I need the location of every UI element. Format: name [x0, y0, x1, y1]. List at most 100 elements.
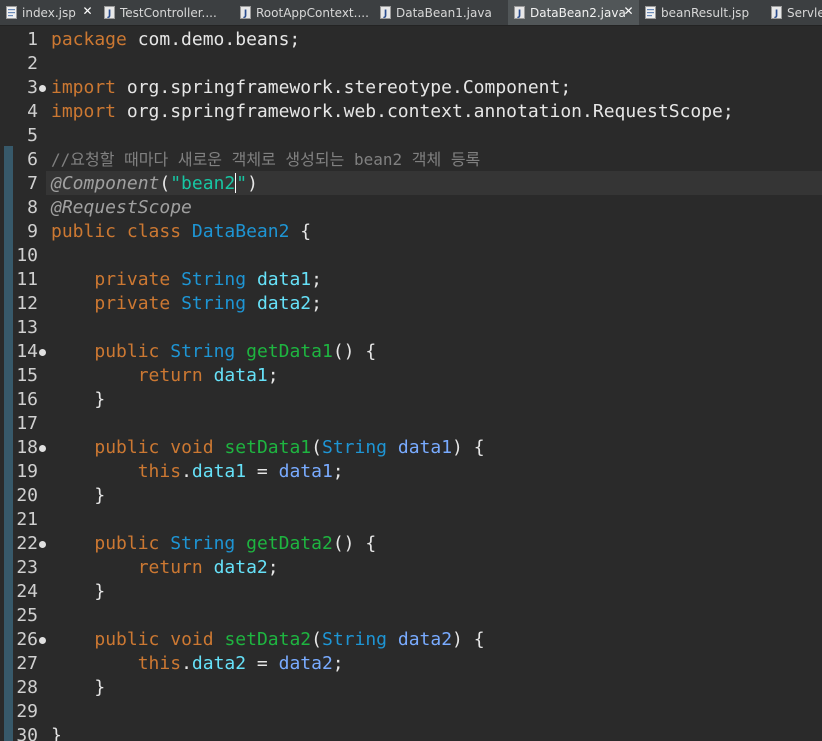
code-line[interactable]: 21 [0, 508, 822, 532]
tab-beanresult-jsp[interactable]: beanResult.jsp [639, 0, 765, 25]
code-token: this [137, 653, 182, 674]
code-line[interactable]: 27 this.data2 = data2; [0, 652, 822, 676]
code-line[interactable]: 6 //요청할 때마다 새로운 객체로 생성되는 bean2 객체 등록 [0, 148, 822, 172]
code-token: public [94, 437, 160, 458]
line-number: 3 [27, 77, 38, 98]
svg-text:J: J [517, 9, 521, 19]
code-line[interactable]: 14 public String getData1() { [0, 340, 822, 364]
code-token: DataBean2 [191, 221, 290, 242]
code-token: //요청할 때마다 새로운 객체로 생성되는 bean2 객체 등록 [51, 150, 481, 169]
code-line[interactable]: 11 private String data1; [0, 268, 822, 292]
tab-testcontroller[interactable]: J TestController.... [98, 0, 234, 25]
code-token: String [170, 533, 236, 554]
code-token: import [51, 77, 117, 98]
code-line[interactable]: 23 return data2; [0, 556, 822, 580]
tab-databean2-java[interactable]: J DataBean2.java ✕ [508, 0, 639, 25]
tab-label: DataBean2.java [530, 5, 626, 20]
code-text: private String data1; [51, 268, 322, 292]
svg-text:J: J [383, 9, 387, 19]
line-number: 9 [27, 221, 38, 242]
fold-toggle-icon[interactable] [39, 445, 46, 452]
code-text: this.data1 = data1; [51, 460, 344, 484]
line-number: 22 [16, 533, 38, 554]
code-token: import [51, 101, 117, 122]
line-number: 4 [27, 101, 38, 122]
code-token: org.springframework.web.context.annotati… [116, 101, 734, 122]
code-text: import org.springframework.stereotype.Co… [51, 76, 571, 100]
code-line[interactable]: 20 } [0, 484, 822, 508]
svg-text:J: J [107, 9, 111, 19]
code-line[interactable]: 4 import org.springframework.web.context.… [0, 100, 822, 124]
tab-index-jsp[interactable]: index.jsp ✕ [0, 0, 98, 25]
code-token: data1 [256, 269, 312, 290]
code-token: "bean2 [170, 173, 236, 194]
java-file-icon: J [771, 6, 782, 19]
code-line[interactable]: 19 this.data1 = data1; [0, 460, 822, 484]
code-line[interactable]: 26 public void setData2(String data2) { [0, 628, 822, 652]
code-line[interactable]: 22 public String getData2() { [0, 532, 822, 556]
code-token: data2 [191, 653, 247, 674]
code-token: String [170, 341, 236, 362]
line-number: 12 [16, 293, 38, 314]
code-token: data2 [278, 653, 333, 674]
code-line[interactable]: 12 private String data2; [0, 292, 822, 316]
code-text: public String getData1() { [51, 340, 376, 364]
code-line[interactable]: 18 public void setData1(String data1) { [0, 436, 822, 460]
code-token: data2 [213, 557, 268, 578]
code-line[interactable]: 7 @Component("bean2") [0, 172, 822, 196]
code-line[interactable]: 1 package com.demo.beans; [0, 28, 822, 52]
code-line[interactable]: 3 import org.springframework.stereotype.C… [0, 76, 822, 100]
code-line[interactable]: 29 [0, 700, 822, 724]
code-token: } [51, 485, 106, 506]
code-line[interactable]: 15 return data1; [0, 364, 822, 388]
code-token: { [289, 221, 312, 242]
line-number: 11 [16, 269, 38, 290]
tab-rootappcontext[interactable]: J RootAppContext.... [234, 0, 374, 25]
code-line[interactable]: 13 [0, 316, 822, 340]
tab-databean1-java[interactable]: J DataBean1.java [374, 0, 508, 25]
code-line[interactable]: 25 [0, 604, 822, 628]
fold-toggle-icon[interactable] [39, 637, 46, 644]
code-line[interactable]: 2 [0, 52, 822, 76]
line-number: 20 [16, 485, 38, 506]
code-line[interactable]: 30} [0, 724, 822, 741]
code-token: } [51, 677, 106, 698]
code-line[interactable]: 8 @RequestScope [0, 196, 822, 220]
close-icon[interactable]: ✕ [81, 5, 94, 18]
code-line[interactable]: 17 [0, 412, 822, 436]
code-editor[interactable]: 1 package com.demo.beans; 2 3 import org.spr… [0, 26, 822, 741]
code-line[interactable]: 24 } [0, 580, 822, 604]
code-token: private [94, 269, 171, 290]
line-number: 18 [16, 437, 38, 458]
code-token: package [51, 29, 127, 50]
code-token: ( [159, 173, 171, 194]
code-line[interactable]: 16 } [0, 388, 822, 412]
code-token: public [94, 341, 160, 362]
code-token: data2 [256, 293, 312, 314]
code-line[interactable]: 10 [0, 244, 822, 268]
code-token: ; [267, 365, 279, 386]
code-token: return [137, 365, 203, 386]
code-text: @Component("bean2") [51, 172, 258, 196]
close-icon[interactable]: ✕ [622, 5, 635, 18]
code-line[interactable]: 28 } [0, 676, 822, 700]
code-token: getData1 [246, 341, 333, 362]
code-line[interactable]: 5 [0, 124, 822, 148]
code-line[interactable]: 9 public class DataBean2 { [0, 220, 822, 244]
fold-toggle-icon[interactable] [39, 85, 46, 92]
code-token: () { [332, 533, 377, 554]
fold-toggle-icon[interactable] [39, 349, 46, 356]
code-token: ; [311, 293, 322, 314]
code-text: import org.springframework.web.context.a… [51, 100, 734, 124]
code-token: public [94, 629, 160, 650]
fold-toggle-icon[interactable] [39, 541, 46, 548]
tab-servletappcon[interactable]: J ServletAppCon... [765, 0, 822, 25]
line-number: 26 [16, 629, 38, 650]
